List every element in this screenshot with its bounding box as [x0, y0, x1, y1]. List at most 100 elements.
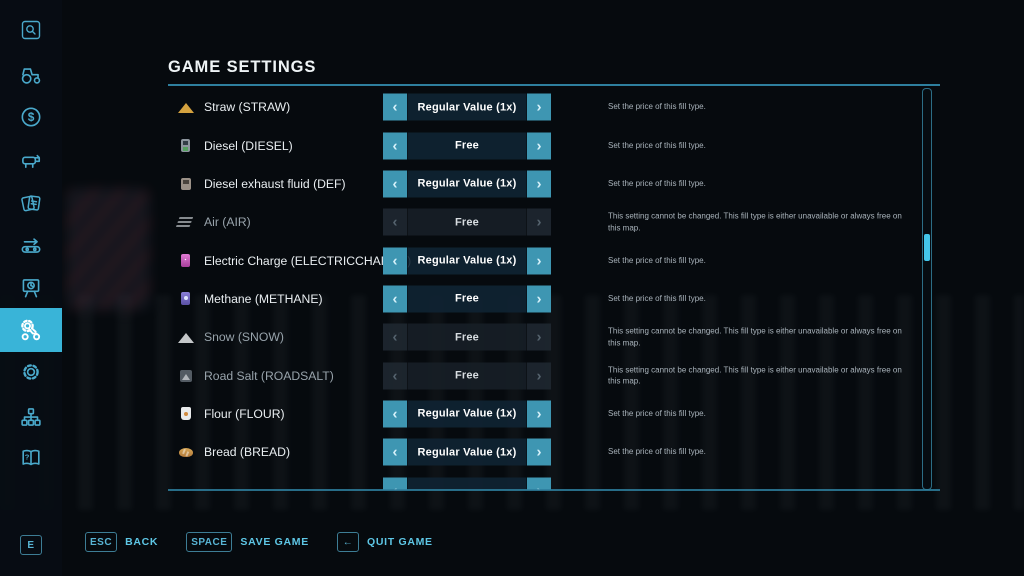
footer-bar: ESC BACK SPACE SAVE GAME ← QUIT GAME	[85, 532, 433, 552]
row-straw: Straw (STRAW) ‹ Regular Value (1x) › Set…	[168, 88, 940, 126]
sidebar-item-mods[interactable]	[0, 395, 62, 439]
scrollbar-thumb[interactable]	[924, 234, 930, 261]
row-methane: Methane (METHANE) ‹ Free › Set the price…	[168, 280, 940, 318]
setting-description: Set the price of this fill type.	[608, 178, 908, 190]
prev-arrow-button: ‹	[383, 209, 407, 236]
next-arrow-button[interactable]: ›	[527, 285, 551, 312]
next-arrow-button: ›	[527, 362, 551, 389]
next-arrow-button[interactable]: ›	[527, 439, 551, 466]
quit-game-button[interactable]: ← QUIT GAME	[337, 532, 433, 552]
setting-description: Set the price of this fill type.	[608, 140, 908, 152]
next-arrow-button[interactable]: ›	[527, 170, 551, 197]
sidebar-item-vehicles[interactable]	[0, 53, 62, 97]
prev-arrow-button[interactable]: ‹	[383, 170, 407, 197]
fill-type-label: Bread (BREAD)	[204, 445, 290, 459]
quit-game-label: QUIT GAME	[367, 536, 433, 548]
sidebar-item-finances[interactable]: $	[0, 95, 62, 139]
setting-description: Set the price of this fill type.	[608, 408, 908, 420]
finances-icon: $	[18, 104, 44, 130]
snow-icon	[177, 328, 195, 346]
row-air: Air (AIR) ‹ Free › This setting cannot b…	[168, 203, 940, 241]
fill-type-label: Flour (FLOUR)	[204, 407, 285, 421]
fill-type-label: Diesel exhaust fluid (DEF)	[204, 177, 346, 191]
cow-icon	[18, 147, 44, 173]
sidebar-item-production[interactable]	[0, 223, 62, 267]
tractor-icon	[18, 62, 44, 88]
sidebar-item-general-settings[interactable]	[0, 350, 62, 394]
row-bread: Bread (BREAD) ‹ Regular Value (1x) › Set…	[168, 433, 940, 471]
air-icon	[177, 213, 195, 231]
sidebar-item-game-settings[interactable]	[0, 308, 62, 352]
price-selector-disabled: ‹ Free ›	[383, 324, 551, 351]
esc-key-badge: ESC	[85, 532, 117, 552]
fill-type-label: Road Salt (ROADSALT)	[204, 369, 334, 383]
prev-arrow-button[interactable]: ‹	[383, 247, 407, 274]
fill-type-label: Electric Charge (ELECTRICCHARGE)	[204, 254, 411, 268]
fill-type-label: Air (AIR)	[204, 215, 251, 229]
setting-description: This setting cannot be changed. This fil…	[608, 364, 908, 387]
statistics-board-icon	[18, 275, 44, 301]
selector-value: Free	[407, 285, 527, 312]
sidebar-item-extra-key[interactable]: E	[0, 523, 62, 567]
sidebar-item-help[interactable]: ?	[0, 436, 62, 480]
selector-value: Regular Value (1x)	[407, 247, 527, 274]
mods-hierarchy-icon	[18, 404, 44, 430]
price-selector: ‹ Free ›	[383, 285, 551, 312]
selector-value: Free	[407, 132, 527, 159]
prev-arrow-button[interactable]: ‹	[383, 439, 407, 466]
flour-icon	[177, 405, 195, 423]
page-title: GAME SETTINGS	[168, 58, 316, 77]
price-selector-disabled: ‹ Free ›	[383, 209, 551, 236]
price-selector: ‹ Regular Value (1x) ›	[383, 439, 551, 466]
selector-value: Regular Value (1x)	[407, 400, 527, 427]
prev-arrow-button[interactable]: ‹	[383, 132, 407, 159]
prev-arrow-button[interactable]: ‹	[383, 94, 407, 121]
next-arrow-button[interactable]: ›	[527, 247, 551, 274]
back-button[interactable]: ESC BACK	[85, 532, 158, 552]
back-label: BACK	[125, 536, 158, 548]
straw-icon	[177, 98, 195, 116]
next-arrow-button: ›	[527, 209, 551, 236]
sidebar: $	[0, 0, 62, 576]
road-salt-icon	[177, 367, 195, 385]
next-arrow-button[interactable]: ›	[527, 400, 551, 427]
selector-value: Regular Value (1x)	[407, 170, 527, 197]
selector-value: Regular Value (1x)	[407, 439, 527, 466]
fill-type-label: Straw (STRAW)	[204, 100, 290, 114]
sidebar-item-search[interactable]	[0, 8, 62, 52]
bread-icon	[177, 443, 195, 461]
fill-type-label: Snow (SNOW)	[204, 330, 284, 344]
row-road-salt: Road Salt (ROADSALT) ‹ Free › This setti…	[168, 356, 940, 394]
settings-list: Straw (STRAW) ‹ Regular Value (1x) › Set…	[168, 88, 940, 490]
svg-text:$: $	[28, 110, 35, 124]
selector-value: Free	[407, 324, 527, 351]
gear-icon	[18, 359, 44, 385]
save-game-button[interactable]: SPACE SAVE GAME	[186, 532, 309, 552]
price-selector: ‹ Regular Value (1x) ›	[383, 170, 551, 197]
prev-arrow-button: ‹	[383, 362, 407, 389]
row-diesel: Diesel (DIESEL) ‹ Free › Set the price o…	[168, 126, 940, 164]
price-selector-disabled: ‹ Free ›	[383, 362, 551, 389]
prev-arrow-button: ‹	[383, 324, 407, 351]
setting-description: This setting cannot be changed. This fil…	[608, 211, 908, 234]
scrollbar-track[interactable]	[922, 88, 932, 490]
content-bottom-separator	[168, 489, 940, 491]
fill-type-label: Methane (METHANE)	[204, 292, 323, 306]
electric-charge-icon	[177, 252, 195, 270]
def-icon	[177, 175, 195, 193]
contracts-icon	[18, 190, 44, 216]
prev-arrow-button[interactable]: ‹	[383, 285, 407, 312]
svg-text:?: ?	[25, 453, 30, 462]
game-settings-screen: $	[0, 0, 1024, 576]
row-snow: Snow (SNOW) ‹ Free › This setting cannot…	[168, 318, 940, 356]
prev-arrow-button[interactable]: ‹	[383, 400, 407, 427]
game-settings-icon	[17, 316, 45, 344]
sidebar-item-contracts[interactable]	[0, 181, 62, 225]
title-underline	[168, 84, 940, 86]
sidebar-item-animals[interactable]	[0, 138, 62, 182]
key-hint-e: E	[20, 535, 42, 555]
next-arrow-button[interactable]: ›	[527, 132, 551, 159]
sidebar-item-statistics[interactable]	[0, 266, 62, 310]
production-chain-icon	[18, 232, 44, 258]
next-arrow-button[interactable]: ›	[527, 94, 551, 121]
